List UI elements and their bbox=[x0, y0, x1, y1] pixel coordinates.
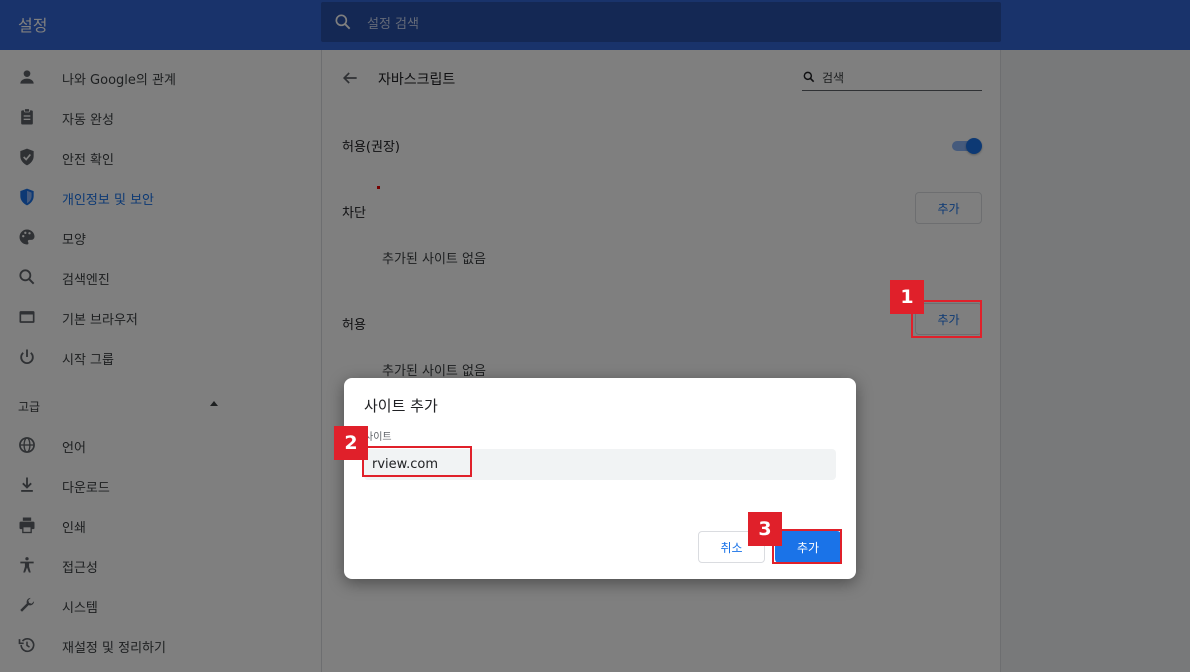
dialog-title: 사이트 추가 bbox=[364, 397, 438, 415]
annotation-badge-3: 3 bbox=[748, 512, 782, 546]
annotation-highlight-2 bbox=[362, 446, 472, 477]
annotation-highlight-3 bbox=[772, 529, 842, 564]
site-field-label: 사이트 bbox=[364, 432, 392, 443]
annotation-badge-1: 1 bbox=[890, 280, 924, 314]
annotation-badge-2: 2 bbox=[334, 426, 368, 460]
